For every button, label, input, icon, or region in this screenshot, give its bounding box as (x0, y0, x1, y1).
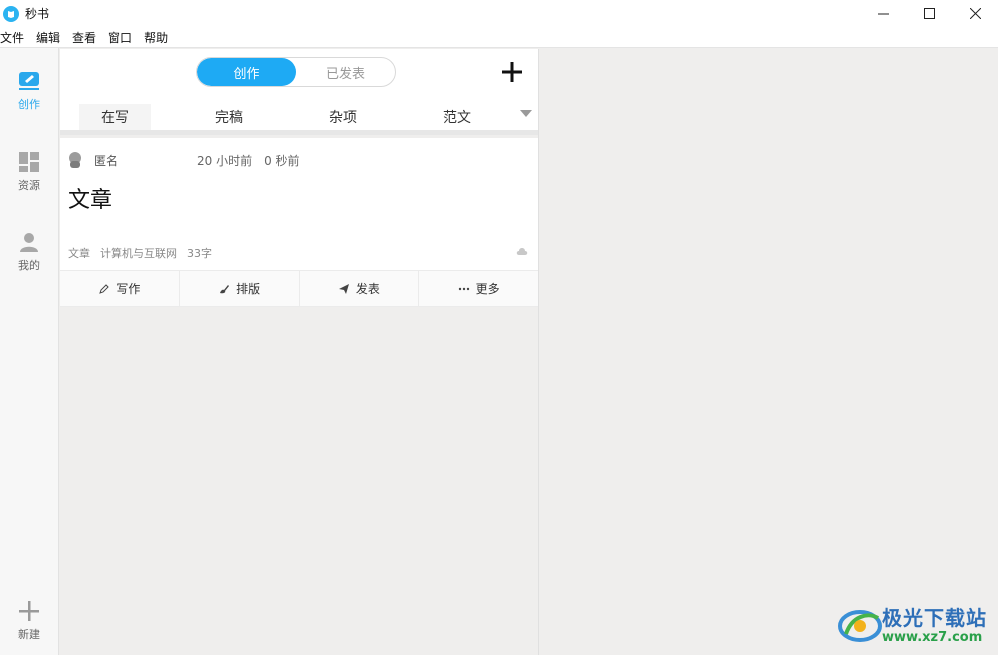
category-tabs: 在写 完稿 杂项 范文 (60, 104, 538, 130)
avatar-icon (69, 152, 81, 168)
nav-label-create: 创作 (18, 98, 40, 111)
menu-window[interactable]: 窗口 (108, 29, 138, 46)
card-actions: 写作 排版 发表 更多 (60, 270, 538, 307)
app-title: 秒书 (25, 7, 50, 21)
ellipsis-icon (458, 287, 469, 290)
tabs-divider (60, 130, 538, 135)
cloud-icon (516, 248, 528, 255)
plus-icon (502, 62, 522, 82)
timestamp: 20 小时前 0 秒前 (197, 154, 300, 168)
tab-writing[interactable]: 在写 (79, 104, 151, 130)
left-nav: 创作 资源 我的 新建 (0, 48, 59, 655)
app-logo-icon (3, 5, 19, 22)
add-document-button[interactable] (500, 60, 524, 84)
watermark: 极光下载站 www.xz7.com (838, 600, 994, 650)
tab-finished[interactable]: 完稿 (193, 104, 265, 130)
tab-misc[interactable]: 杂项 (307, 104, 379, 130)
user-icon (18, 231, 40, 253)
maximize-icon (923, 8, 935, 19)
document-title: 文章 (68, 188, 113, 213)
publish-label: 发表 (355, 282, 380, 296)
nav-label-resources: 资源 (18, 179, 40, 192)
plus-icon (18, 600, 40, 622)
new-label: 新建 (18, 628, 40, 641)
segment-create[interactable]: 创作 (197, 58, 296, 86)
meta-wordcount: 33字 (187, 247, 212, 260)
meta-category: 计算机与互联网 (100, 247, 177, 260)
compose-icon (18, 70, 40, 92)
chevron-down-icon[interactable] (520, 110, 532, 118)
new-button[interactable]: 新建 (0, 600, 58, 642)
document-meta: 文章 计算机与互联网 33字 (68, 245, 212, 261)
document-card[interactable]: 匿名 20 小时前 0 秒前 文章 文章 计算机与互联网 33字 (60, 138, 538, 271)
menu-bar: 文件 编辑 查看 窗口 帮助 (0, 27, 998, 48)
tab-samples[interactable]: 范文 (421, 104, 493, 130)
publish-button[interactable]: 发表 (300, 271, 420, 306)
more-button[interactable]: 更多 (419, 271, 538, 306)
write-label: 写作 (116, 282, 141, 296)
meta-type: 文章 (68, 247, 90, 260)
nav-item-create[interactable]: 创作 (0, 70, 58, 112)
panel-header: 创作 已发表 在写 完稿 杂项 范文 (60, 49, 538, 130)
minimize-button[interactable] (860, 0, 906, 27)
close-button[interactable] (952, 0, 998, 27)
nav-item-mine[interactable]: 我的 (0, 231, 58, 273)
editor-panel (538, 49, 998, 655)
document-list-panel: 创作 已发表 在写 完稿 杂项 范文 匿名 20 小时前 0 秒前 文章 文章 … (60, 49, 538, 655)
send-icon (338, 283, 349, 294)
layout-button[interactable]: 排版 (180, 271, 300, 306)
brush-icon (220, 284, 230, 293)
nav-item-resources[interactable]: 资源 (0, 151, 58, 193)
layout-label: 排版 (236, 282, 261, 296)
menu-view[interactable]: 查看 (72, 29, 102, 46)
title-bar: 秒书 (0, 0, 998, 27)
minimize-icon (877, 13, 889, 15)
watermark-url: www.xz7.com (882, 630, 983, 645)
maximize-button[interactable] (906, 0, 952, 27)
grid-icon (18, 151, 40, 173)
nav-label-mine: 我的 (18, 259, 40, 272)
segment-published[interactable]: 已发表 (296, 58, 395, 86)
write-button[interactable]: 写作 (60, 271, 180, 306)
pencil-icon (99, 283, 110, 294)
menu-file[interactable]: 文件 (0, 29, 30, 46)
more-label: 更多 (475, 282, 500, 296)
watermark-text: 极光下载站 (882, 606, 987, 630)
watermark-logo-icon (838, 610, 882, 642)
create-published-toggle: 创作 已发表 (196, 57, 396, 87)
close-icon (969, 8, 981, 19)
menu-help[interactable]: 帮助 (144, 29, 174, 46)
author-name: 匿名 (94, 154, 119, 168)
menu-edit[interactable]: 编辑 (36, 29, 66, 46)
